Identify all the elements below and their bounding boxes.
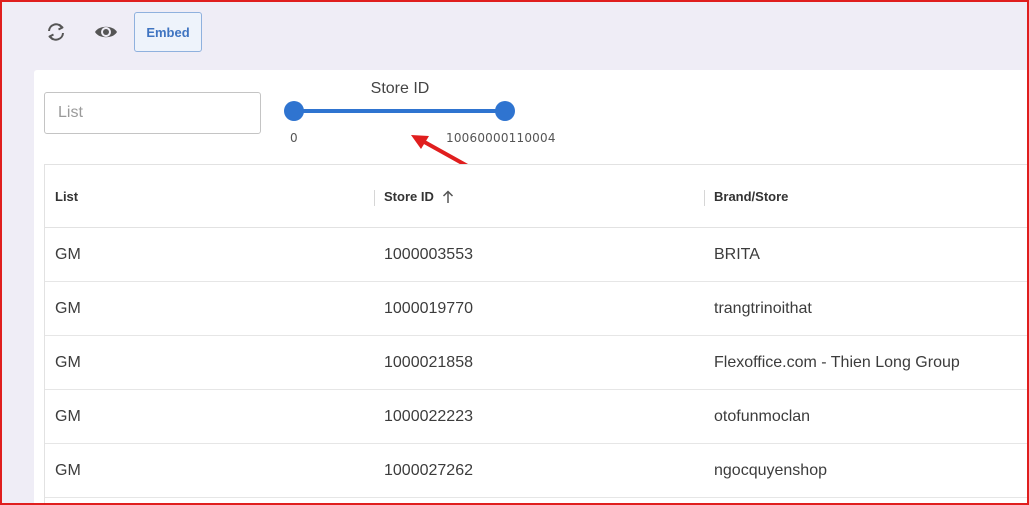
cell-brand-store: otofunmoclan: [714, 408, 811, 425]
cell-list: GM: [55, 300, 81, 317]
table-header: List Store ID Brand/Store: [45, 165, 1029, 228]
table-row[interactable]: GM 1000021858 Flexoffice.com - Thien Lon…: [45, 336, 1029, 390]
cell-list: GM: [55, 246, 81, 263]
toolbar: Embed: [0, 0, 1029, 64]
store-id-range-track[interactable]: [294, 109, 505, 113]
table-row[interactable]: GM 1000022223 otofunmoclan: [45, 390, 1029, 444]
column-divider[interactable]: [374, 190, 375, 206]
table-row[interactable]: GM 1000027262 ngocquyenshop: [45, 444, 1029, 498]
stores-table: List Store ID Brand/Store GM 1000003553 …: [44, 164, 1029, 505]
cell-store-id: 1000027262: [384, 462, 473, 479]
column-header-label: List: [55, 189, 79, 204]
cell-brand-store: Flexoffice.com - Thien Long Group: [714, 354, 960, 371]
sort-ascending-icon[interactable]: [442, 189, 454, 204]
embed-button[interactable]: Embed: [134, 12, 202, 52]
cell-list: GM: [55, 462, 81, 479]
column-header-label: Brand/Store: [714, 189, 789, 204]
cell-store-id: 1000019770: [384, 300, 473, 317]
cell-list: GM: [55, 354, 81, 371]
table-row[interactable]: GM 1000019770 trangtrinoithat: [45, 282, 1029, 336]
store-id-range-label: Store ID: [370, 80, 430, 97]
cell-store-id: 1000003553: [384, 246, 473, 263]
range-min-value: 0: [290, 131, 298, 145]
column-header-list[interactable]: List: [55, 165, 78, 228]
cell-brand-store: ngocquyenshop: [714, 462, 827, 479]
range-min-handle[interactable]: [284, 101, 304, 121]
cell-store-id: 1000022223: [384, 408, 473, 425]
cell-store-id: 1000021858: [384, 354, 473, 371]
range-max-handle[interactable]: [495, 101, 515, 121]
cell-list: GM: [55, 408, 81, 425]
column-header-store-id[interactable]: Store ID: [384, 165, 454, 228]
column-divider[interactable]: [704, 190, 705, 206]
column-header-brand-store[interactable]: Brand/Store: [714, 165, 788, 228]
cell-brand-store: trangtrinoithat: [714, 300, 812, 317]
column-header-label: Store ID: [384, 189, 434, 204]
list-filter-input[interactable]: [44, 92, 261, 134]
cell-brand-store: BRITA: [714, 246, 760, 263]
eye-icon[interactable]: [92, 18, 120, 46]
refresh-icon[interactable]: [42, 18, 70, 46]
table-row[interactable]: GM 1000003553 BRITA: [45, 228, 1029, 282]
